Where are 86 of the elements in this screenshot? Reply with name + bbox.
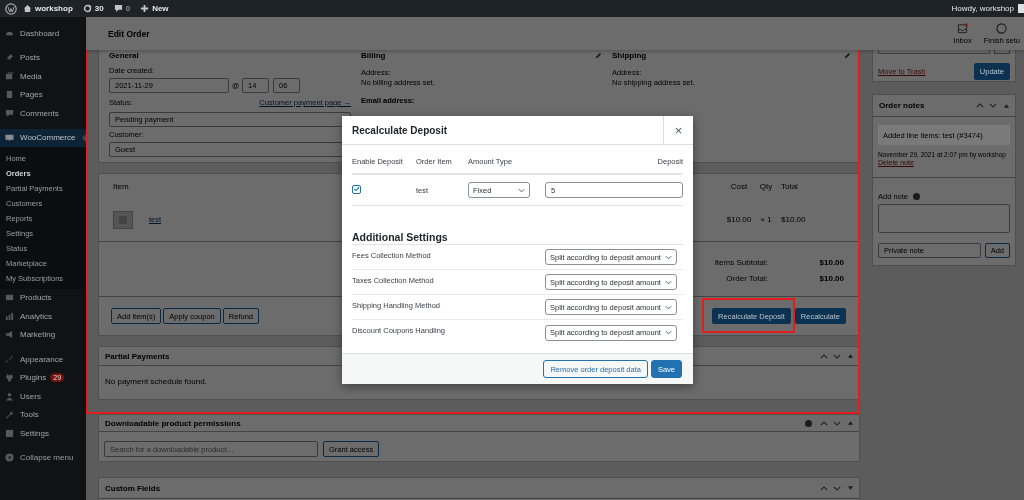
pencil-icon[interactable] xyxy=(595,52,602,59)
total-label: Items Subtotal: xyxy=(714,257,768,267)
shop-bubble-icon xyxy=(5,133,14,142)
chevron-down-icon xyxy=(665,254,672,260)
speech-bubble-icon xyxy=(5,108,14,118)
bar-chart-icon xyxy=(5,311,14,321)
plus-icon xyxy=(140,4,150,13)
section-heading: Shipping xyxy=(612,50,647,61)
chevron-down-icon xyxy=(665,330,672,335)
move-down-icon[interactable] xyxy=(989,103,997,108)
total-value: $10.00 xyxy=(818,273,844,283)
collapse-menu-button[interactable]: Collapse menu xyxy=(0,448,86,467)
inbox-icon xyxy=(957,22,969,34)
panel-title: Order notes xyxy=(879,101,925,110)
menu-item[interactable]: Marketing xyxy=(0,325,86,344)
total-label: Order Total: xyxy=(726,273,768,283)
circle-icon xyxy=(996,22,1008,34)
product-placeholder-icon xyxy=(113,210,133,229)
section-heading: Billing xyxy=(361,50,386,61)
section-heading: General xyxy=(109,50,140,61)
chevron-down-icon xyxy=(665,279,672,285)
menu-item[interactable]: Settings xyxy=(0,424,86,443)
speech-bubble-icon xyxy=(113,4,123,13)
move-up-icon[interactable] xyxy=(820,353,828,359)
new-link[interactable]: New xyxy=(140,4,169,13)
dialog-title: Recalculate Deposit xyxy=(351,123,448,138)
menu-item[interactable]: Pages xyxy=(0,85,86,104)
updates-link[interactable]: 30 xyxy=(82,4,104,13)
refresh-icon xyxy=(82,4,92,13)
input-field[interactable] xyxy=(878,50,990,54)
panel-title: Downloadable product permissions xyxy=(105,418,241,428)
menu-item[interactable]: Tools xyxy=(0,405,86,424)
collapse-toggle-icon[interactable] xyxy=(848,421,853,425)
close-button[interactable]: × xyxy=(663,116,693,144)
column-header: Qty xyxy=(758,181,774,191)
home-icon xyxy=(23,4,32,13)
collapse-circle-icon xyxy=(5,453,14,463)
cost-cell-text: $10.00 xyxy=(725,215,753,224)
avatar-placeholder xyxy=(1018,4,1024,13)
chevron-down-icon xyxy=(665,304,672,310)
menu-item[interactable]: Dashboard xyxy=(0,24,86,43)
comments-link[interactable]: 0 xyxy=(113,4,131,13)
menu-item[interactable]: Comments xyxy=(0,104,86,123)
menu-item[interactable]: Media xyxy=(0,67,86,86)
menu-item[interactable]: Users xyxy=(0,387,86,406)
account-link[interactable]: Howdy, workshop xyxy=(951,4,1014,13)
menu-item[interactable]: Products xyxy=(0,288,86,307)
section-heading: Additional Settings xyxy=(352,230,683,245)
enable-deposit-checkbox[interactable] xyxy=(352,184,361,194)
plug-icon xyxy=(5,373,14,383)
column-header: Cost xyxy=(729,181,749,191)
move-up-icon[interactable] xyxy=(820,485,828,491)
current-menu-arrow-icon xyxy=(82,133,86,142)
pages-icon xyxy=(5,90,14,100)
photo-icon xyxy=(5,71,14,81)
collapse-toggle-icon[interactable] xyxy=(848,354,853,358)
quantity-cell-text: × 1 xyxy=(759,215,773,224)
menu-item[interactable]: Appearance xyxy=(0,350,86,369)
pin-icon xyxy=(5,53,14,63)
panel-title: Partial Payments xyxy=(105,351,170,361)
site-link[interactable]: workshop xyxy=(23,4,73,13)
panel-title: Custom Fields xyxy=(105,483,161,493)
box-icon xyxy=(5,293,14,303)
page-title: Edit Order xyxy=(107,28,150,39)
menu-item[interactable]: WooCommerce xyxy=(0,128,86,147)
move-down-icon[interactable] xyxy=(833,485,841,491)
expand-toggle-icon[interactable] xyxy=(848,486,853,490)
user-icon xyxy=(5,391,14,401)
move-up-icon[interactable] xyxy=(820,420,828,426)
menu-item[interactable]: Analytics xyxy=(0,307,86,326)
pencil-icon[interactable] xyxy=(844,52,851,59)
total-value: $10.00 xyxy=(818,257,844,267)
note-textarea[interactable] xyxy=(878,204,1010,233)
move-down-icon[interactable] xyxy=(833,420,841,426)
megaphone-icon xyxy=(5,330,14,340)
total-cell-text: $10.00 xyxy=(780,215,807,224)
wordpress-logo-icon[interactable] xyxy=(5,2,17,15)
move-up-icon[interactable] xyxy=(976,103,984,108)
wrench-icon xyxy=(5,410,14,420)
menu-item[interactable]: Posts xyxy=(0,48,86,67)
empty-message: No payment schedule found. xyxy=(105,377,207,386)
column-header: Item xyxy=(113,181,129,191)
chevron-down-icon xyxy=(518,187,525,193)
collapse-toggle-icon[interactable] xyxy=(1004,103,1009,108)
column-header: Total xyxy=(780,181,799,191)
move-down-icon[interactable] xyxy=(833,353,841,359)
